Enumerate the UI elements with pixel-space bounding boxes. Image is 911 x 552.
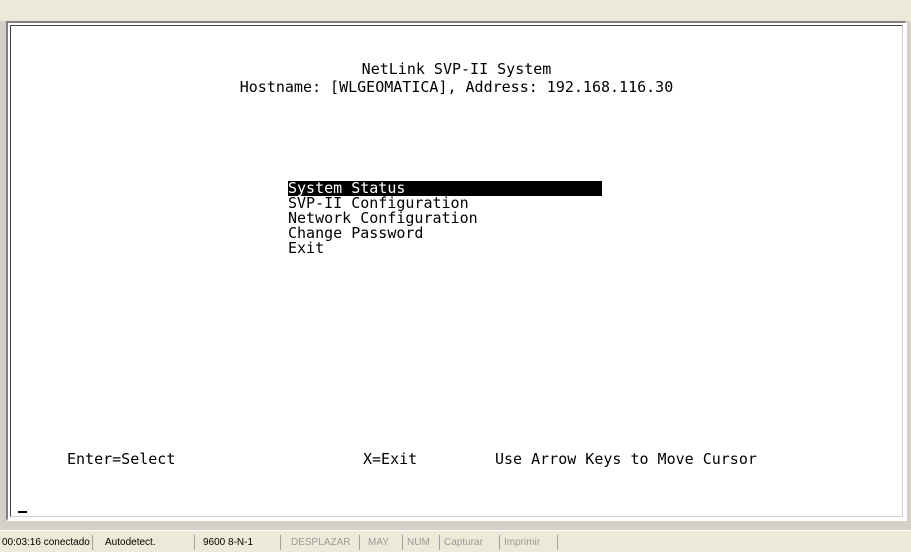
terminal-window[interactable]: NetLink SVP-II System Hostname: [WLGEOMA… xyxy=(6,21,907,521)
status-serial: 9600 8-N-1 xyxy=(201,535,281,550)
host-address-line: Hostname: [WLGEOMATICA], Address: 192.16… xyxy=(239,78,674,96)
status-bar: 00:03:16 conectado Autodetect. 9600 8-N-… xyxy=(0,530,911,552)
status-print: Imprimir xyxy=(502,535,558,550)
text-cursor xyxy=(18,511,27,513)
menu-item-exit[interactable]: Exit xyxy=(288,241,324,256)
status-num: NUM xyxy=(405,535,440,550)
footer-exit-hint: X=Exit xyxy=(363,450,418,468)
toolbar-area xyxy=(0,0,911,21)
footer-arrow-hint: Use Arrow Keys to Move Cursor xyxy=(495,450,757,468)
status-capture: Capturar xyxy=(442,535,500,550)
status-connection: 00:03:16 conectado xyxy=(0,535,93,550)
system-title: NetLink SVP-II System xyxy=(361,60,552,78)
status-caps: MAY xyxy=(366,535,403,550)
footer-enter-hint: Enter=Select xyxy=(67,450,176,468)
status-detect: Autodetect. xyxy=(103,535,195,550)
status-scroll: DESPLAZAR xyxy=(289,535,360,550)
terminal-screen[interactable]: NetLink SVP-II System Hostname: [WLGEOMA… xyxy=(10,25,903,517)
